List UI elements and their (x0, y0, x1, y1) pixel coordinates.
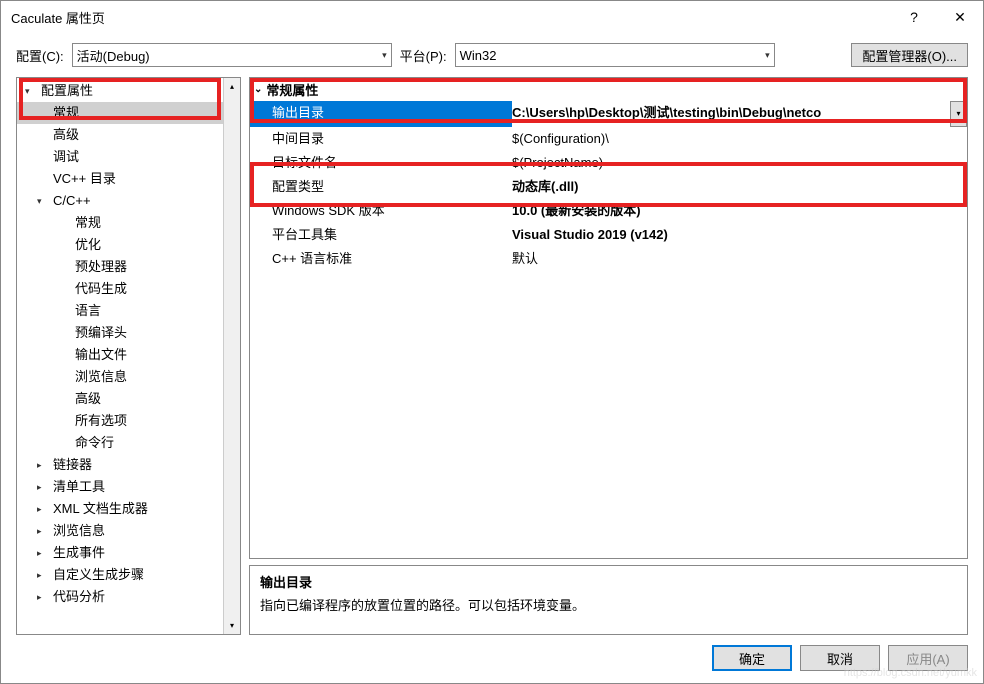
tree-label: 浏览信息 (53, 522, 105, 540)
tree-item-general[interactable]: 常规 (17, 102, 240, 124)
content-area: ⌄ 常规属性 输出目录 C:\Users\hp\Desktop\测试\testi… (249, 77, 968, 635)
property-name: C++ 语言标准 (250, 247, 512, 271)
tree-item-ccpp-out[interactable]: 输出文件 (17, 344, 240, 366)
tree-label: 配置属性 (41, 82, 93, 100)
tree-item-ccpp-adv[interactable]: 高级 (17, 388, 240, 410)
tree-item-linker[interactable]: ▸ 链接器 (17, 454, 240, 476)
configuration-manager-button[interactable]: 配置管理器(O)... (851, 43, 968, 67)
property-row-targetname[interactable]: 目标文件名 $(ProjectName) (250, 151, 967, 175)
chevron-down-icon: ▾ (382, 50, 387, 61)
tree-item-ccpp-all[interactable]: 所有选项 (17, 410, 240, 432)
dropdown-arrow-icon[interactable]: ▾ (950, 101, 967, 127)
platform-value: Win32 (460, 48, 497, 63)
titlebar-buttons: ? ✕ (891, 1, 983, 33)
tree-item-buildevents[interactable]: ▸ 生成事件 (17, 542, 240, 564)
tree-label: 自定义生成步骤 (53, 566, 144, 584)
chevron-right-icon: ▸ (37, 478, 49, 496)
property-row-cppstd[interactable]: C++ 语言标准 默认 (250, 247, 967, 271)
tree-label: XML 文档生成器 (53, 500, 148, 518)
description-title: 输出目录 (260, 572, 957, 591)
description-panel: 输出目录 指向已编译程序的放置位置的路径。可以包括环境变量。 (249, 565, 968, 635)
tree-item-advanced[interactable]: 高级 (17, 124, 240, 146)
chevron-right-icon: ▸ (37, 456, 49, 474)
property-pages-dialog: Caculate 属性页 ? ✕ 配置(C): 活动(Debug) ▾ 平台(P… (0, 0, 984, 684)
chevron-right-icon: ▸ (37, 500, 49, 518)
property-row-toolset[interactable]: 平台工具集 Visual Studio 2019 (v142) (250, 223, 967, 247)
tree-item-vcdirs[interactable]: VC++ 目录 (17, 168, 240, 190)
tree-item-ccpp-cmd[interactable]: 命令行 (17, 432, 240, 454)
close-button[interactable]: ✕ (937, 1, 983, 33)
property-name: 目标文件名 (250, 151, 512, 175)
property-row-outdir[interactable]: 输出目录 C:\Users\hp\Desktop\测试\testing\bin\… (250, 101, 967, 127)
titlebar: Caculate 属性页 ? ✕ (1, 1, 983, 33)
description-text: 指向已编译程序的放置位置的路径。可以包括环境变量。 (260, 595, 957, 614)
property-name: 配置类型 (250, 175, 512, 199)
property-row-configtype[interactable]: 配置类型 动态库(.dll) (250, 175, 967, 199)
property-value[interactable]: 10.0 (最新安装的版本) (512, 199, 967, 223)
tree-item-ccpp[interactable]: ▾ C/C++ (17, 190, 240, 212)
tree-label: C/C++ (53, 192, 91, 210)
tree-item-ccpp-browse[interactable]: 浏览信息 (17, 366, 240, 388)
property-value[interactable]: Visual Studio 2019 (v142) (512, 223, 967, 247)
tree-label: 代码分析 (53, 588, 105, 606)
tree-item-manifest[interactable]: ▸ 清单工具 (17, 476, 240, 498)
ok-button[interactable]: 确定 (712, 645, 792, 671)
chevron-right-icon: ▸ (37, 544, 49, 562)
help-button[interactable]: ? (891, 1, 937, 33)
property-value[interactable]: C:\Users\hp\Desktop\测试\testing\bin\Debug… (512, 101, 950, 127)
apply-button: 应用(A) (888, 645, 968, 671)
property-row-intdir[interactable]: 中间目录 $(Configuration)\ (250, 127, 967, 151)
sidebar-tree: ▾ 配置属性 常规 高级 调试 VC++ 目录 ▾ C/C++ 常规 优化 预处… (16, 77, 241, 635)
tree-root: ▾ 配置属性 常规 高级 调试 VC++ 目录 ▾ C/C++ 常规 优化 预处… (17, 78, 240, 610)
config-row: 配置(C): 活动(Debug) ▾ 平台(P): Win32 ▾ 配置管理器(… (1, 33, 983, 77)
chevron-right-icon: ▸ (37, 566, 49, 584)
tree-item-xmldoc[interactable]: ▸ XML 文档生成器 (17, 498, 240, 520)
tree-item-custombuild[interactable]: ▸ 自定义生成步骤 (17, 564, 240, 586)
property-value[interactable]: 默认 (512, 247, 967, 271)
chevron-right-icon: ▸ (37, 588, 49, 606)
platform-dropdown[interactable]: Win32 ▾ (455, 43, 775, 67)
cancel-button[interactable]: 取消 (800, 645, 880, 671)
property-value[interactable]: $(ProjectName) (512, 151, 967, 175)
property-value[interactable]: $(Configuration)\ (512, 127, 967, 151)
chevron-down-icon: ⌄ (254, 84, 262, 95)
tree-item-ccpp-general[interactable]: 常规 (17, 212, 240, 234)
tree-item-browseinfo[interactable]: ▸ 浏览信息 (17, 520, 240, 542)
sidebar-scrollbar[interactable]: ▴ ▾ (223, 78, 240, 634)
properties-panel: ⌄ 常规属性 输出目录 C:\Users\hp\Desktop\测试\testi… (249, 77, 968, 559)
dialog-button-row: 确定 取消 应用(A) (1, 635, 983, 683)
scroll-down-icon[interactable]: ▾ (224, 617, 240, 634)
chevron-right-icon: ▸ (37, 522, 49, 540)
property-name: 输出目录 (250, 101, 512, 127)
tree-item-ccpp-opt[interactable]: 优化 (17, 234, 240, 256)
main-area: ▾ 配置属性 常规 高级 调试 VC++ 目录 ▾ C/C++ 常规 优化 预处… (1, 77, 983, 635)
tree-item-debug[interactable]: 调试 (17, 146, 240, 168)
property-group-label: 常规属性 (266, 80, 318, 99)
configuration-dropdown[interactable]: 活动(Debug) ▾ (72, 43, 392, 67)
tree-item-ccpp-pre[interactable]: 预处理器 (17, 256, 240, 278)
property-row-sdkver[interactable]: Windows SDK 版本 10.0 (最新安装的版本) (250, 199, 967, 223)
tree-label: 生成事件 (53, 544, 105, 562)
configuration-label: 配置(C): (16, 46, 64, 65)
property-name: 平台工具集 (250, 223, 512, 247)
property-group-header[interactable]: ⌄ 常规属性 (250, 78, 967, 101)
tree-item-ccpp-pch[interactable]: 预编译头 (17, 322, 240, 344)
tree-item-ccpp-codegen[interactable]: 代码生成 (17, 278, 240, 300)
tree-item-ccpp-lang[interactable]: 语言 (17, 300, 240, 322)
chevron-down-icon: ▾ (765, 50, 770, 61)
chevron-down-icon: ▾ (25, 82, 37, 100)
tree-item-config-props[interactable]: ▾ 配置属性 (17, 80, 240, 102)
property-value[interactable]: 动态库(.dll) (512, 175, 967, 199)
configuration-value: 活动(Debug) (77, 46, 150, 65)
platform-label: 平台(P): (400, 46, 447, 65)
window-title: Caculate 属性页 (11, 8, 105, 27)
chevron-down-icon: ▾ (37, 192, 49, 210)
scroll-up-icon[interactable]: ▴ (224, 78, 240, 95)
property-name: 中间目录 (250, 127, 512, 151)
property-name: Windows SDK 版本 (250, 199, 512, 223)
tree-item-codeanalysis[interactable]: ▸ 代码分析 (17, 586, 240, 608)
tree-label: 清单工具 (53, 478, 105, 496)
tree-label: 链接器 (53, 456, 92, 474)
